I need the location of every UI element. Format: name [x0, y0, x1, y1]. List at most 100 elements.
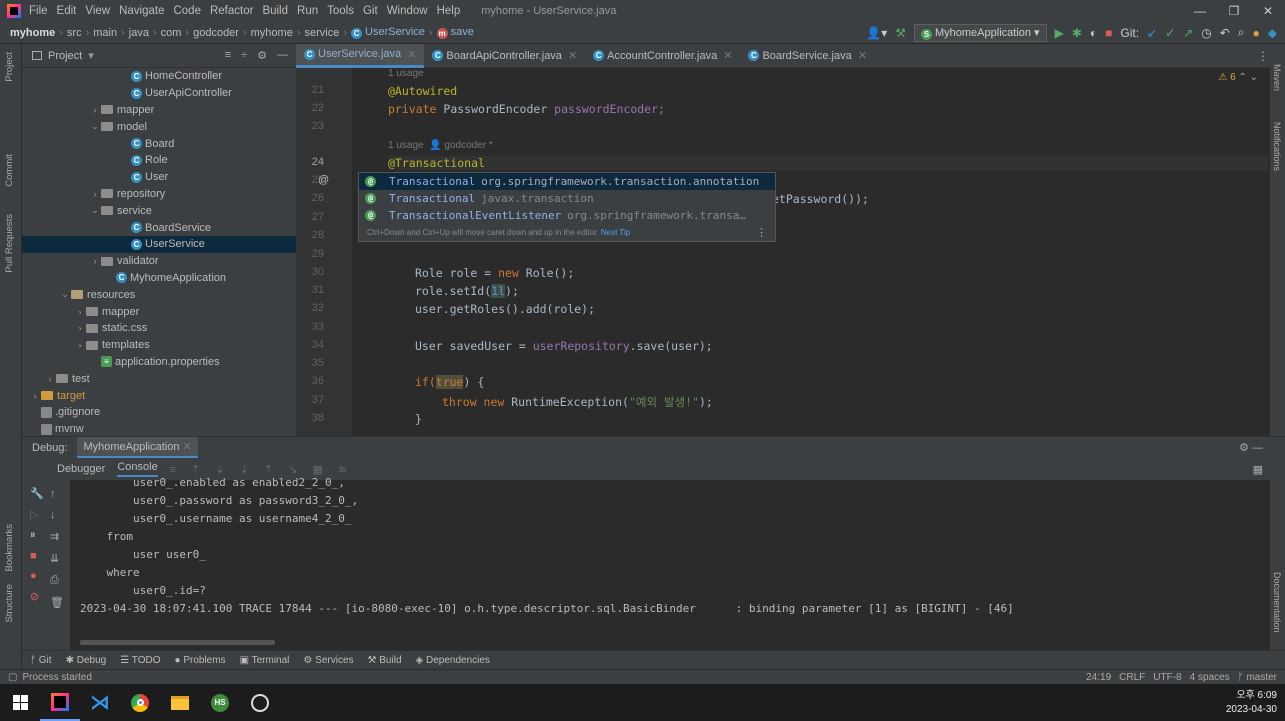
documentation-tool-button[interactable]: Documentation: [1272, 572, 1282, 633]
tool-tab-problems[interactable]: ● Problems: [174, 655, 225, 666]
rollback-icon[interactable]: ↶: [1220, 26, 1230, 40]
chrome-taskbar-icon[interactable]: [120, 684, 160, 721]
breadcrumb-item[interactable]: m save: [436, 26, 474, 39]
menu-git[interactable]: Git: [363, 5, 378, 17]
collapsed-arrow-icon[interactable]: ›: [74, 323, 86, 333]
tab-debugger[interactable]: Debugger: [57, 463, 105, 475]
mute-breakpoints-icon[interactable]: ⊘: [30, 590, 44, 603]
run-config-dropdown[interactable]: S MyhomeApplication ▾: [914, 23, 1047, 42]
breadcrumb-item[interactable]: myhome: [10, 27, 55, 39]
hide-panel-icon[interactable]: —: [277, 49, 288, 62]
pull-requests-tool-button[interactable]: Pull Requests: [4, 214, 15, 273]
collapse-all-icon[interactable]: ÷: [241, 49, 247, 62]
tree-item[interactable]: ⌄ resources: [22, 286, 296, 303]
project-tool-button[interactable]: Project: [4, 52, 15, 82]
tree-item[interactable]: C BoardService: [22, 219, 296, 236]
tree-item[interactable]: › validator: [22, 253, 296, 270]
tree-item[interactable]: mvnw: [22, 421, 296, 438]
dropdown-icon[interactable]: ▾: [88, 49, 94, 62]
tree-item[interactable]: C Role: [22, 152, 296, 169]
obs-taskbar-icon[interactable]: [240, 684, 280, 721]
git-commit-icon[interactable]: ✓: [1165, 26, 1175, 40]
taskbar-clock[interactable]: 오후 6:09 2023-04-30: [1226, 689, 1285, 717]
tab-console[interactable]: Console: [117, 461, 158, 477]
debug-bug-icon[interactable]: ✱: [1072, 26, 1082, 40]
menu-code[interactable]: Code: [173, 5, 201, 17]
structure-tool-button[interactable]: Structure: [4, 584, 15, 623]
completion-item[interactable]: @ Transactional org.springframework.transa…: [359, 173, 775, 190]
tree-item[interactable]: ⌄ service: [22, 202, 296, 219]
line-separator[interactable]: CRLF: [1119, 672, 1145, 683]
console-output[interactable]: user0_.enabled as enabled2_2_0_, user0_.…: [70, 476, 1270, 650]
breadcrumb-item[interactable]: service: [305, 27, 340, 39]
soft-wrap-icon[interactable]: ⇉: [50, 530, 64, 543]
search-icon[interactable]: ⌕: [1238, 25, 1245, 40]
close-tab-icon[interactable]: ✕: [723, 49, 732, 62]
commit-tool-button[interactable]: Commit: [4, 154, 15, 187]
tree-item[interactable]: .gitignore: [22, 404, 296, 421]
next-tip-link[interactable]: Next Tip: [601, 228, 630, 237]
tree-item[interactable]: C MyhomeApplication: [22, 270, 296, 287]
collapsed-arrow-icon[interactable]: ›: [44, 374, 56, 384]
view-breakpoints-icon[interactable]: ●: [30, 570, 44, 582]
scroll-up-icon[interactable]: ↑: [50, 488, 64, 500]
expanded-arrow-icon[interactable]: ⌄: [59, 289, 71, 300]
run-icon[interactable]: ▶: [1055, 26, 1064, 40]
breadcrumb-item[interactable]: com: [161, 27, 182, 39]
menu-run[interactable]: Run: [297, 5, 318, 17]
menu-window[interactable]: Window: [387, 5, 428, 17]
tree-item[interactable]: C HomeController: [22, 68, 296, 85]
modify-config-icon[interactable]: 🔧: [30, 487, 44, 500]
notifications-tool-button[interactable]: Notifications: [1272, 122, 1282, 171]
history-icon[interactable]: ◷: [1201, 26, 1211, 40]
user-icon[interactable]: 👤▾: [866, 26, 887, 40]
caret-position[interactable]: 24:19: [1086, 672, 1111, 683]
popup-more-icon[interactable]: ⋮: [756, 226, 775, 239]
menu-file[interactable]: File: [29, 5, 48, 17]
tool-tab-git[interactable]: ᚠ Git: [30, 655, 52, 666]
completion-item[interactable]: @ Transactional javax.transaction: [359, 190, 775, 207]
windows-start-icon[interactable]: [0, 684, 40, 721]
warnings-indicator[interactable]: ⚠ 6 ⌃ ⌄: [1218, 72, 1258, 83]
resume-icon[interactable]: ▷: [30, 508, 44, 521]
completion-item[interactable]: @ TransactionalEventListener org.springfra…: [359, 207, 775, 224]
maven-tool-button[interactable]: Maven: [1272, 64, 1282, 91]
tree-item[interactable]: C UserApiController: [22, 85, 296, 102]
clear-console-icon[interactable]: 🗑: [50, 596, 64, 609]
breadcrumb-item[interactable]: main: [93, 27, 117, 39]
intellij-taskbar-icon[interactable]: [40, 684, 80, 721]
debug-settings-icon[interactable]: ⚙ —: [1239, 441, 1285, 454]
editor-tab[interactable]: C BoardService.java ✕: [740, 44, 875, 68]
menu-build[interactable]: Build: [262, 5, 288, 17]
vscode-taskbar-icon[interactable]: ⋊: [80, 684, 120, 721]
debug-session-tab[interactable]: MyhomeApplication ✕: [77, 437, 198, 458]
override-gutter-icon[interactable]: @: [318, 174, 329, 186]
tree-item[interactable]: ⌄ model: [22, 118, 296, 135]
breadcrumb-item[interactable]: C UserService: [351, 26, 425, 39]
editor-tab[interactable]: C AccountController.java ✕: [585, 44, 740, 68]
breadcrumb-item[interactable]: godcoder: [193, 27, 239, 39]
menu-help[interactable]: Help: [437, 5, 461, 17]
collapsed-arrow-icon[interactable]: ›: [89, 105, 101, 115]
breadcrumb-item[interactable]: myhome: [251, 27, 293, 39]
git-branch[interactable]: ᚠ master: [1238, 672, 1277, 683]
tool-tab-todo[interactable]: ☰ TODO: [120, 655, 160, 666]
build-hammer-icon[interactable]: ⚒: [895, 26, 906, 40]
editor-tab[interactable]: C BoardApiController.java ✕: [424, 44, 585, 68]
usage-hint[interactable]: 1 usage: [388, 68, 424, 79]
tree-item[interactable]: › repository: [22, 186, 296, 203]
expanded-arrow-icon[interactable]: ⌄: [89, 205, 101, 216]
tree-item[interactable]: C UserService: [22, 235, 296, 253]
print-icon[interactable]: ⎙: [50, 574, 64, 587]
tree-item[interactable]: C User: [22, 169, 296, 186]
breadcrumb-item[interactable]: src: [67, 27, 82, 39]
project-panel-title[interactable]: Project: [48, 50, 82, 62]
tool-tab-debug[interactable]: ✱ Debug: [66, 655, 107, 666]
tree-item[interactable]: ≡ application.properties: [22, 354, 296, 371]
close-tab-icon[interactable]: ✕: [568, 49, 577, 62]
scroll-to-end-icon[interactable]: ⇊: [50, 552, 64, 565]
menu-refactor[interactable]: Refactor: [210, 5, 253, 17]
stop-debug-icon[interactable]: ■: [30, 550, 44, 562]
scroll-down-icon[interactable]: ↓: [50, 509, 64, 521]
tree-item[interactable]: › test: [22, 370, 296, 387]
